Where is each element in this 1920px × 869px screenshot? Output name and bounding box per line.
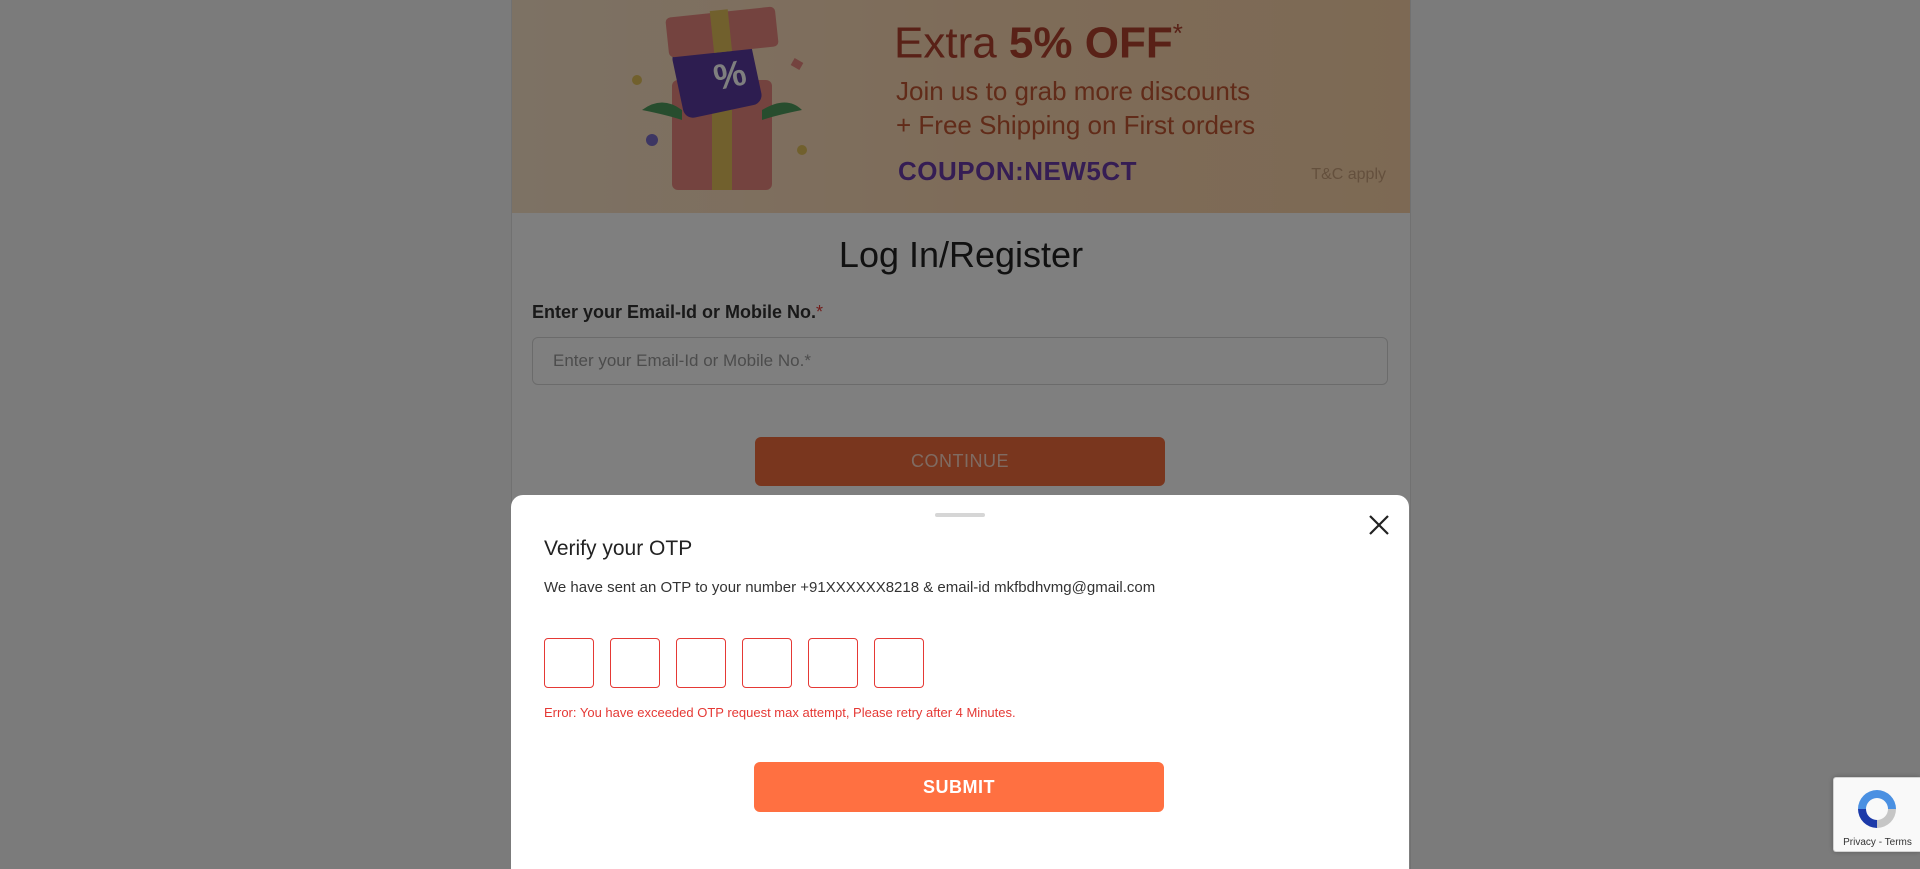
otp-digit-5[interactable] — [808, 638, 858, 688]
otp-error-message: Error: You have exceeded OTP request max… — [544, 705, 1016, 720]
otp-digit-3[interactable] — [676, 638, 726, 688]
otp-modal: Verify your OTP We have sent an OTP to y… — [511, 495, 1409, 869]
close-icon — [1369, 515, 1389, 535]
page: % Extra 5% OFF* Join us to grab more dis… — [0, 0, 1920, 869]
recaptcha-links[interactable]: Privacy - Terms — [1834, 837, 1920, 848]
otp-input-group — [544, 638, 924, 688]
otp-digit-2[interactable] — [610, 638, 660, 688]
recaptcha-icon — [1858, 790, 1896, 828]
otp-digit-6[interactable] — [874, 638, 924, 688]
otp-description: We have sent an OTP to your number +91XX… — [544, 579, 1156, 596]
recaptcha-badge[interactable]: Privacy - Terms — [1833, 777, 1920, 852]
otp-title: Verify your OTP — [544, 537, 693, 560]
submit-button[interactable]: SUBMIT — [754, 762, 1164, 812]
drag-handle[interactable] — [935, 513, 985, 517]
close-button[interactable] — [1366, 512, 1392, 538]
otp-digit-1[interactable] — [544, 638, 594, 688]
otp-digit-4[interactable] — [742, 638, 792, 688]
